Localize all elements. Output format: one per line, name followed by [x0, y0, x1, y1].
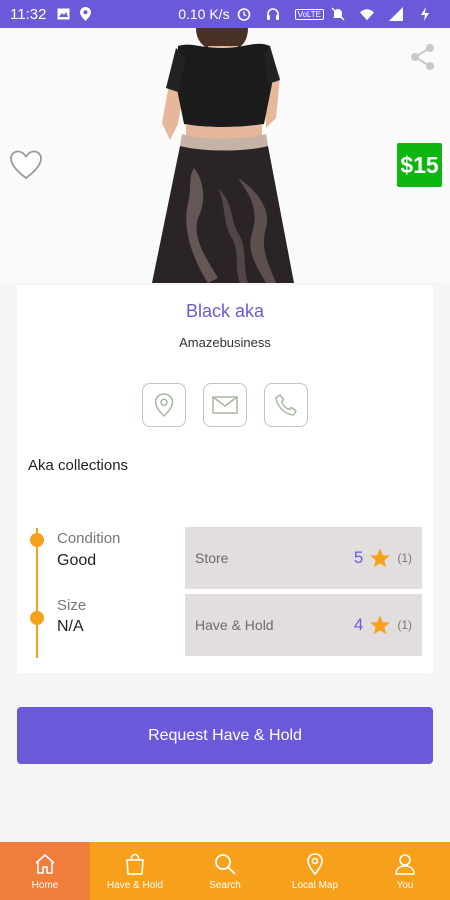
timeline-line: [36, 528, 38, 658]
seller-name[interactable]: Amazebusiness: [17, 335, 433, 350]
share-icon[interactable]: [408, 42, 438, 72]
status-bar: 11:32 0.10 K/s VoLTE: [0, 0, 450, 28]
status-time: 11:32: [10, 5, 47, 23]
location-button[interactable]: [142, 383, 186, 427]
mute-icon: [331, 7, 345, 21]
bag-icon: [126, 853, 144, 875]
product-photo: [152, 28, 294, 283]
nav-item-search[interactable]: Search: [180, 842, 270, 900]
store-rating-value: 5: [353, 548, 364, 567]
wifi-icon: [360, 7, 374, 21]
search-icon: [215, 853, 236, 875]
phone-icon: [275, 394, 297, 416]
email-button[interactable]: [203, 383, 247, 427]
network-speed: 0.10 K/s: [178, 6, 230, 22]
size-value: N/A: [57, 618, 84, 635]
favorite-heart-icon[interactable]: [10, 150, 42, 180]
nav-label: Local Map: [291, 879, 339, 891]
gallery-icon: [56, 7, 70, 21]
volte-badge: VoLTE: [294, 8, 324, 20]
have-hold-rating-label: Have & Hold: [195, 617, 274, 633]
timeline-dot: [30, 611, 44, 625]
bottom-navigation: Home Have & Hold Search Local Map You: [0, 842, 450, 900]
product-description: Aka collections: [28, 457, 129, 474]
request-have-hold-button[interactable]: Request Have & Hold: [17, 707, 433, 764]
alarm-icon: [237, 7, 251, 21]
nav-item-you[interactable]: You: [360, 842, 450, 900]
call-button[interactable]: [264, 383, 308, 427]
nav-label: You: [396, 879, 414, 891]
nav-item-have-hold[interactable]: Have & Hold: [90, 842, 180, 900]
condition-label: Condition: [57, 530, 121, 547]
product-image: $15: [0, 28, 450, 283]
nav-label: Home: [31, 879, 59, 891]
nav-item-local-map[interactable]: Local Map: [270, 842, 360, 900]
star-icon: [370, 548, 391, 568]
headset-icon: [266, 7, 280, 21]
mail-icon: [212, 396, 238, 414]
size-label: Size: [57, 597, 87, 614]
contact-actions: [142, 383, 308, 427]
product-card: Black aka Amazebusiness Aka collections …: [17, 285, 433, 673]
timeline-dot: [30, 533, 44, 547]
home-icon: [35, 853, 55, 874]
store-rating-count: (1): [397, 551, 412, 565]
nav-label: Search: [209, 879, 241, 891]
nav-label: Have & Hold: [106, 879, 164, 891]
have-hold-rating-value: 4: [353, 615, 364, 634]
map-pin-icon: [307, 852, 323, 875]
condition-value: Good: [57, 552, 97, 569]
have-hold-rating-count: (1): [397, 618, 412, 632]
location-icon: [78, 7, 92, 21]
price-badge: $15: [397, 143, 442, 187]
product-title: Black aka: [185, 301, 265, 321]
store-rating-label: Store: [195, 550, 229, 566]
battery-charging-icon: [418, 7, 432, 21]
location-pin-icon: [154, 393, 174, 417]
nav-item-home[interactable]: Home: [0, 842, 90, 900]
store-rating: Store 5 (1): [185, 527, 422, 589]
star-icon: [370, 615, 391, 635]
user-icon: [395, 853, 415, 875]
have-hold-rating: Have & Hold 4 (1): [185, 594, 422, 656]
signal-icon: [389, 7, 403, 21]
